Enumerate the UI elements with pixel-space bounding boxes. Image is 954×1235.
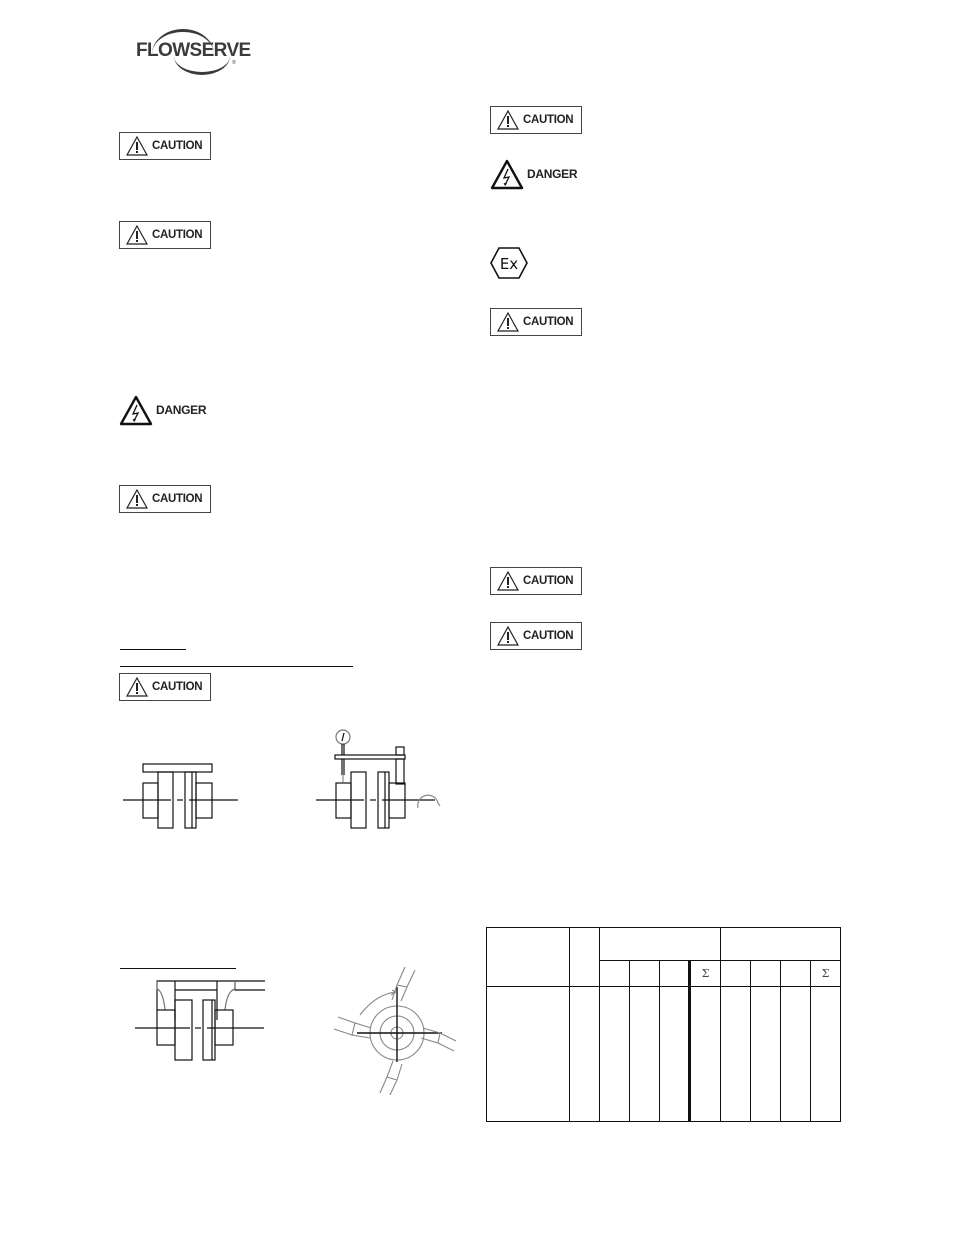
table-header-group <box>599 927 721 961</box>
warning-triangle-icon <box>497 571 519 591</box>
caution-label: CAUTION <box>152 140 203 152</box>
rotation-arrow <box>417 794 441 809</box>
caution-label: CAUTION <box>152 493 203 505</box>
sum-cell: Σ <box>688 960 721 987</box>
coupling-alignment-bracket-figure <box>135 980 265 1061</box>
coupling-alignment-straightedge-figure <box>123 763 238 829</box>
danger-badge: DANGER <box>490 157 578 191</box>
warning-triangle-icon <box>497 110 519 130</box>
table-subheader-cell <box>750 960 781 987</box>
alignment-readings-table: Σ Σ <box>486 927 841 1122</box>
caution-label: CAUTION <box>523 630 574 642</box>
ex-label: Ex <box>500 255 518 273</box>
danger-label: DANGER <box>156 403 207 417</box>
warning-triangle-icon <box>126 677 148 697</box>
logo-arc-bottom <box>174 56 230 75</box>
table-header-group <box>720 927 841 961</box>
warning-triangle-icon <box>497 312 519 332</box>
table-row <box>486 986 841 1122</box>
warning-triangle-icon <box>126 489 148 509</box>
danger-label: DANGER <box>527 167 578 181</box>
table-header-cell <box>569 927 600 987</box>
table-cell <box>688 986 721 1122</box>
table-subheader-cell <box>629 960 660 987</box>
caution-badge: CAUTION <box>490 308 582 336</box>
table-subheader-cell <box>599 960 630 987</box>
table-cell <box>659 986 690 1122</box>
caution-badge: CAUTION <box>119 132 211 160</box>
flowserve-logo: FLOWSERVE ® <box>134 26 251 76</box>
caution-label: CAUTION <box>523 575 574 587</box>
caution-badge: CAUTION <box>119 485 211 513</box>
table-cell <box>629 986 660 1122</box>
caution-label: CAUTION <box>523 316 574 328</box>
table-subheader-cell <box>780 960 811 987</box>
coupling-alignment-dial-indicator-figure <box>316 729 441 829</box>
warning-triangle-icon <box>497 626 519 646</box>
heading-underline <box>120 968 236 969</box>
caution-badge: CAUTION <box>490 106 582 134</box>
caution-label: CAUTION <box>152 681 203 693</box>
flange-right <box>202 999 216 1061</box>
caution-badge: CAUTION <box>490 567 582 595</box>
explosion-proof-hexagon-icon: Ex <box>490 247 528 279</box>
caution-label: CAUTION <box>152 229 203 241</box>
table-cell <box>720 986 751 1122</box>
caution-badge: CAUTION <box>119 673 211 701</box>
caution-label: CAUTION <box>523 114 574 126</box>
warning-triangle-icon <box>126 225 148 245</box>
flange-left <box>174 999 193 1061</box>
caution-badge: CAUTION <box>490 622 582 650</box>
table-cell <box>599 986 630 1122</box>
electrical-hazard-icon <box>490 159 524 189</box>
table-cell <box>750 986 781 1122</box>
logo-registered-mark: ® <box>232 60 236 66</box>
straightedge <box>142 763 213 773</box>
electrical-hazard-icon <box>119 395 153 425</box>
table-cell <box>780 986 811 1122</box>
table-subheader-cell <box>720 960 751 987</box>
danger-badge: DANGER <box>119 393 207 427</box>
coupling-rotation-measurement-figure <box>333 966 457 1095</box>
indicator-bracket <box>334 754 406 760</box>
table-cell <box>486 986 570 1122</box>
caution-badge: CAUTION <box>119 221 211 249</box>
table-cell <box>569 986 600 1122</box>
warning-triangle-icon <box>126 136 148 156</box>
heading-underline <box>120 666 353 667</box>
heading-underline <box>120 649 186 650</box>
table-header-cell <box>486 927 570 987</box>
table-subheader-cell <box>659 960 690 987</box>
table-cell <box>810 986 841 1122</box>
rotation-arrow <box>359 991 396 1016</box>
sum-cell: Σ <box>810 960 841 987</box>
table-header-row <box>486 927 841 987</box>
